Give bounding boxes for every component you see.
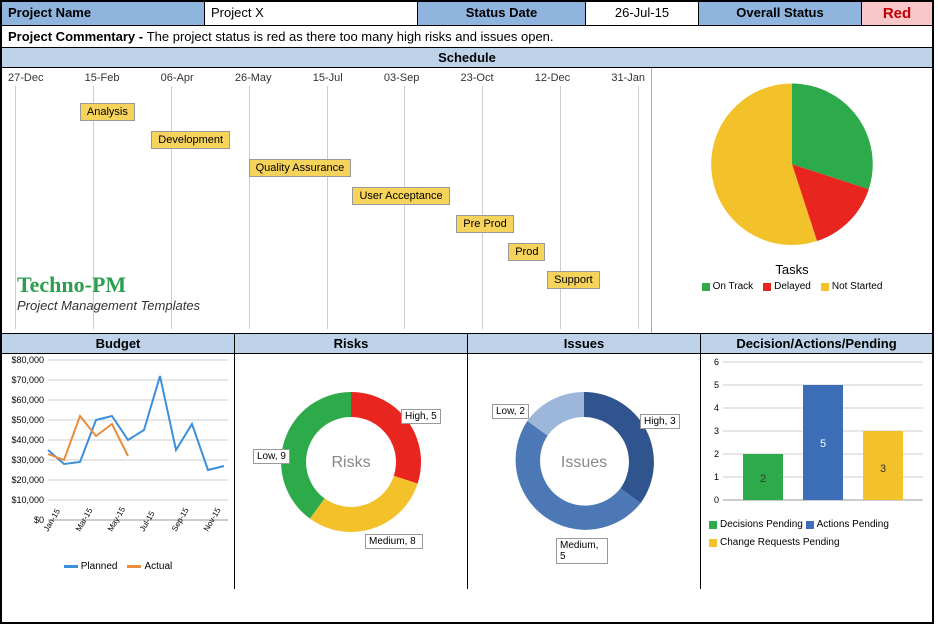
svg-text:$30,000: $30,000	[11, 455, 44, 465]
tasks-legend: On Track Delayed Not Started	[652, 281, 932, 292]
header-row: Project Name Project X Status Date 26-Ju…	[2, 2, 932, 26]
decisions-panel: Decision/Actions/Pending 6 5 4 3 2 1 0 2…	[701, 334, 932, 589]
svg-text:6: 6	[714, 357, 719, 367]
date-tick: 26-May	[235, 72, 272, 84]
phase-bar: Support	[547, 271, 600, 289]
timeline-chart: 27-Dec 15-Feb 06-Apr 26-May 15-Jul 03-Se…	[2, 68, 651, 333]
brand-title: Techno-PM	[17, 272, 200, 298]
issues-panel: Issues Issues Low, 2 High, 3 Medium, 5	[468, 334, 701, 589]
svg-text:Sep-15: Sep-15	[170, 506, 191, 533]
project-name-label: Project Name	[2, 2, 205, 25]
date-tick: 06-Apr	[161, 72, 194, 84]
svg-text:2: 2	[714, 449, 719, 459]
svg-text:4: 4	[714, 403, 719, 413]
project-name-value[interactable]: Project X	[205, 2, 418, 25]
commentary-label: Project Commentary -	[8, 29, 147, 44]
overall-status-label: Overall Status	[699, 2, 862, 25]
risks-low-label: Low, 9	[253, 449, 290, 464]
status-date-label: Status Date	[418, 2, 586, 25]
svg-text:$20,000: $20,000	[11, 475, 44, 485]
svg-text:1: 1	[714, 472, 719, 482]
svg-text:2: 2	[760, 473, 766, 485]
svg-text:$80,000: $80,000	[11, 355, 44, 365]
decisions-bar-chart: 6 5 4 3 2 1 0 2 5 3	[701, 354, 931, 514]
svg-text:$60,000: $60,000	[11, 395, 44, 405]
date-tick: 03-Sep	[384, 72, 419, 84]
svg-text:3: 3	[880, 463, 886, 475]
svg-text:3: 3	[714, 426, 719, 436]
svg-text:Jul-15: Jul-15	[138, 509, 157, 533]
phase-bar: Pre Prod	[456, 215, 513, 233]
svg-text:$0: $0	[34, 515, 44, 525]
svg-text:$50,000: $50,000	[11, 415, 44, 425]
brand-logo: Techno-PM Project Management Templates	[17, 272, 200, 313]
date-tick: 15-Jul	[313, 72, 343, 84]
risks-header: Risks	[235, 334, 467, 354]
svg-text:Issues: Issues	[561, 454, 607, 471]
date-tick: 12-Dec	[535, 72, 570, 84]
date-tick: 27-Dec	[8, 72, 43, 84]
svg-text:5: 5	[820, 438, 826, 450]
status-date-value[interactable]: 26-Jul-15	[586, 2, 699, 25]
phase-bar: User Acceptance	[352, 187, 449, 205]
phase-bar: Development	[151, 131, 230, 149]
schedule-body: 27-Dec 15-Feb 06-Apr 26-May 15-Jul 03-Se…	[2, 68, 932, 334]
date-tick: 31-Jan	[611, 72, 645, 84]
budget-panel: Budget $80,000 $70,000 $60,000 $50,000 $…	[2, 334, 235, 589]
commentary: Project Commentary - The project status …	[2, 26, 932, 48]
budget-header: Budget	[2, 334, 234, 354]
date-tick: 15-Feb	[85, 72, 120, 84]
tasks-pie-panel: Tasks On Track Delayed Not Started	[651, 68, 932, 333]
svg-text:Risks: Risks	[331, 454, 370, 471]
date-tick: 23-Oct	[461, 72, 494, 84]
svg-text:Nov-15: Nov-15	[202, 506, 223, 533]
brand-sub: Project Management Templates	[17, 298, 200, 313]
svg-text:$70,000: $70,000	[11, 375, 44, 385]
issues-header: Issues	[468, 334, 700, 354]
issues-low-label: Low, 2	[492, 404, 529, 419]
decisions-legend: Decisions Pending Actions Pending Change…	[701, 517, 932, 553]
phase-bar: Prod	[508, 243, 545, 261]
decisions-header: Decision/Actions/Pending	[701, 334, 932, 354]
dashboard-page: Project Name Project X Status Date 26-Ju…	[0, 0, 934, 624]
overall-status-value: Red	[862, 2, 932, 25]
commentary-text: The project status is red as there too m…	[147, 29, 554, 44]
budget-chart: $80,000 $70,000 $60,000 $50,000 $40,000 …	[2, 354, 234, 566]
schedule-header: Schedule	[2, 48, 932, 68]
issues-medium-label: Medium, 5	[556, 538, 608, 564]
bottom-row: Budget $80,000 $70,000 $60,000 $50,000 $…	[2, 334, 932, 589]
issues-donut: Issues	[468, 354, 700, 564]
svg-text:0: 0	[714, 495, 719, 505]
phase-bar: Quality Assurance	[249, 159, 352, 177]
risks-panel: Risks Risks Low, 9 High, 5 Medium, 8	[235, 334, 468, 589]
svg-text:$10,000: $10,000	[11, 495, 44, 505]
svg-text:$40,000: $40,000	[11, 435, 44, 445]
svg-text:May-15: May-15	[106, 505, 127, 533]
tasks-pie-chart	[692, 74, 892, 264]
svg-text:5: 5	[714, 380, 719, 390]
issues-high-label: High, 3	[640, 414, 680, 429]
phase-bar: Analysis	[80, 103, 135, 121]
risks-medium-label: Medium, 8	[365, 534, 423, 549]
risks-high-label: High, 5	[401, 409, 441, 424]
tasks-pie-title: Tasks	[652, 262, 932, 277]
